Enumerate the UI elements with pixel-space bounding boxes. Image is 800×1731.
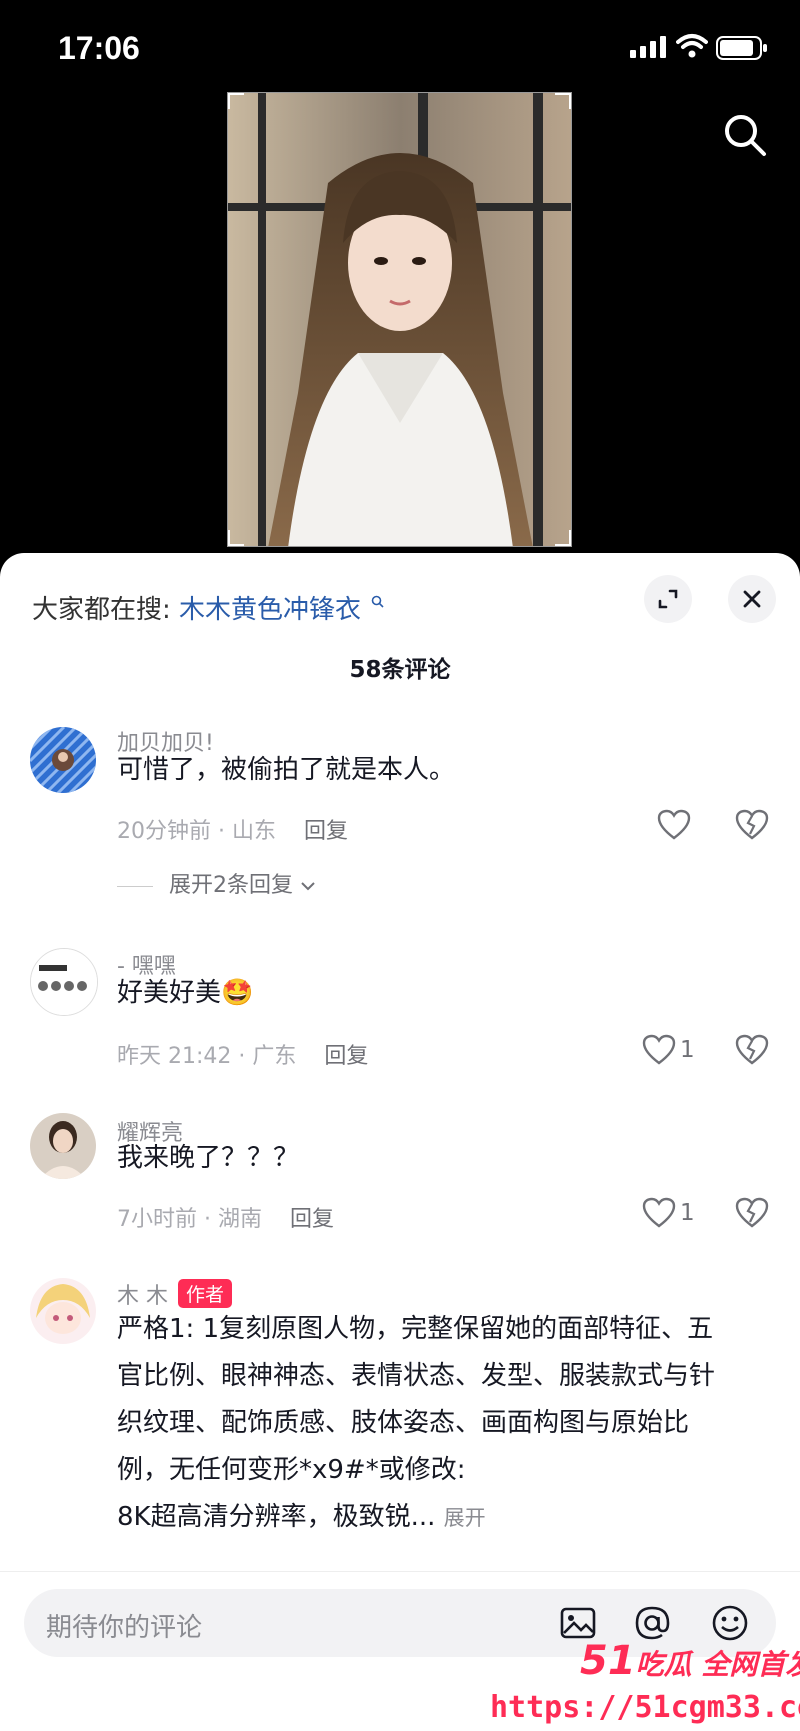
comment-line-last: 8K超高清分辨率，极致锐... 展开	[117, 1494, 777, 1542]
comment-line: 例，无任何变形*x9#*或修改:	[117, 1455, 466, 1485]
broken-heart-icon	[735, 1197, 769, 1228]
like-button[interactable]	[657, 809, 727, 845]
comment-time: 20分钟前 · 山东	[117, 819, 276, 844]
reply-button[interactable]: 回复	[290, 1207, 334, 1232]
comment-text: 好美好美	[117, 978, 222, 1008]
emoji-star-struck: 🤩	[221, 978, 254, 1008]
reply-button[interactable]: 回复	[324, 1044, 368, 1069]
post-image[interactable]	[227, 92, 572, 547]
author-badge: 作者	[178, 1279, 233, 1308]
comment-input-placeholder: 期待你的评论	[46, 1613, 203, 1643]
dislike-button[interactable]	[735, 809, 769, 843]
comment-meta: 7小时前 · 湖南 回复	[117, 1201, 334, 1233]
watermark-text: 吃瓜 全网首发	[635, 1648, 800, 1681]
crop-corner	[555, 530, 571, 546]
broken-heart-icon	[735, 809, 769, 840]
heart-icon	[657, 809, 691, 840]
expand-icon	[658, 589, 678, 609]
expand-replies-label: 展开2条回复	[169, 873, 293, 898]
like-count: 1	[680, 1037, 695, 1063]
comment-sheet: 大家都在搜: 木木黄色冲锋衣 58条评论 加贝加贝! 可惜了，被偷拍了就是本人。…	[0, 553, 800, 1731]
crop-corner	[228, 530, 244, 546]
status-time: 17:06	[58, 30, 140, 66]
comment-count: 58条评论	[349, 657, 451, 683]
comment-time: 昨天 21:42 · 广东	[117, 1044, 297, 1069]
avatar[interactable]	[30, 1278, 96, 1344]
like-count: 1	[680, 1200, 695, 1226]
comment-meta: 昨天 21:42 · 广东 回复	[117, 1038, 368, 1070]
comment-meta: 20分钟前 · 山东 回复	[117, 813, 348, 845]
hot-search-keyword[interactable]: 木木黄色冲锋衣	[179, 595, 361, 625]
comment-text: 我来晚了？？？	[117, 1143, 300, 1173]
expand-button[interactable]	[644, 575, 692, 623]
expand-text-link[interactable]: 展开	[444, 1506, 486, 1530]
broken-heart-icon	[735, 1034, 769, 1065]
signal-icon	[630, 36, 666, 58]
heart-icon	[642, 1197, 676, 1228]
avatar[interactable]	[30, 727, 96, 793]
search-icon[interactable]	[722, 112, 768, 158]
dislike-button[interactable]	[735, 1197, 769, 1231]
comment-time: 7小时前 · 湖南	[117, 1207, 262, 1232]
heart-icon	[642, 1034, 676, 1065]
hot-search-label: 大家都在搜:	[32, 595, 171, 625]
wifi-icon	[676, 34, 708, 58]
comment-line: 8K超高清分辨率，极致锐...	[117, 1502, 436, 1532]
watermark-line1: 51吃瓜 全网首发	[580, 1638, 800, 1684]
search-icon	[372, 596, 384, 608]
comment-body: 好美好美🤩	[117, 970, 777, 1017]
watermark: 51吃瓜 全网首发 https://51cgm33.com	[490, 1634, 800, 1731]
comment-line: 官比例、眼神神态、表情状态、发型、服装款式与针	[117, 1361, 716, 1391]
like-button[interactable]: 1	[642, 1197, 712, 1233]
like-button[interactable]: 1	[642, 1034, 712, 1070]
watermark-url: https://51cgm33.com	[490, 1690, 800, 1725]
divider	[117, 885, 153, 887]
hot-search[interactable]: 大家都在搜: 木木黄色冲锋衣	[32, 589, 384, 626]
watermark-number: 51	[580, 1638, 636, 1684]
crop-corner	[555, 93, 571, 109]
comment-line: 严格1: 1复刻原图人物，完整保留她的面部特征、五	[117, 1314, 714, 1344]
close-icon	[743, 590, 761, 608]
avatar[interactable]	[30, 948, 98, 1016]
crop-corner	[228, 93, 244, 109]
status-bar: 17:06	[0, 0, 800, 95]
comment-text: 可惜了，被偷拍了就是本人。	[117, 755, 456, 785]
dislike-button[interactable]	[735, 1034, 769, 1068]
scroll-fade	[0, 1553, 800, 1573]
close-button[interactable]	[728, 575, 776, 623]
comment-text: 严格1: 1复刻原图人物，完整保留她的面部特征、五 官比例、眼神神态、表情状态、…	[117, 1306, 777, 1542]
battery-icon	[716, 36, 767, 60]
chevron-down-icon	[301, 882, 315, 891]
avatar[interactable]	[30, 1113, 96, 1179]
expand-replies[interactable]: 展开2条回复	[117, 867, 316, 899]
comment-line: 织纹理、配饰质感、肢体姿态、画面构图与原始比	[117, 1408, 690, 1438]
reply-button[interactable]: 回复	[304, 819, 348, 844]
